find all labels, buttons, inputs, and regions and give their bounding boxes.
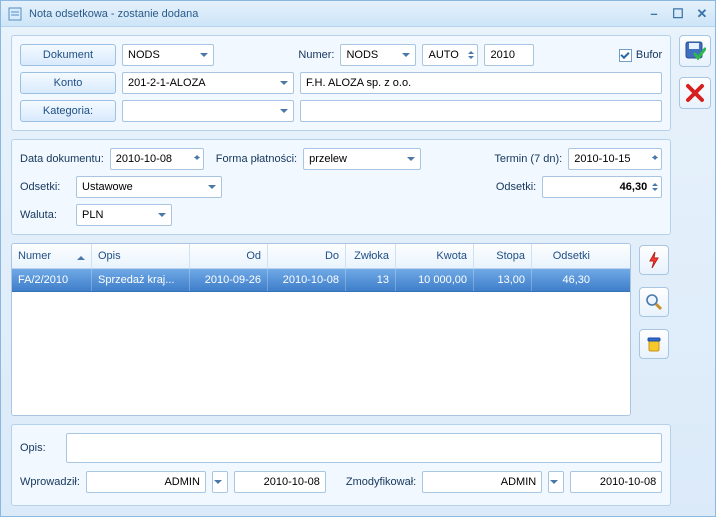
zmodyfikowal-dropdown[interactable] (548, 471, 564, 493)
kategoria-name-input[interactable] (300, 100, 662, 122)
kategoria-button[interactable]: Kategoria: (20, 100, 116, 122)
data-dok-label: Data dokumentu: (20, 153, 104, 165)
maximize-button[interactable]: ☐ (671, 7, 685, 21)
wprowadzil-dropdown[interactable] (212, 471, 228, 493)
col-odsetki[interactable]: Odsetki (532, 244, 596, 268)
termin-label: Termin (7 dn): (494, 153, 562, 165)
kategoria-combo[interactable] (122, 100, 294, 122)
numer-mode-spin[interactable]: AUTO (422, 44, 478, 66)
forma-combo[interactable]: przelew (303, 148, 421, 170)
grid-header: Numer Opis Od Do Zwłoka Kwota Stopa Odse… (12, 244, 630, 269)
trash-icon (646, 335, 662, 353)
app-icon (7, 6, 23, 22)
waluta-label: Waluta: (20, 209, 70, 221)
numer-year-input[interactable]: 2010 (484, 44, 534, 66)
col-stopa[interactable]: Stopa (474, 244, 532, 268)
odsetki-sum-label: Odsetki: (496, 181, 536, 193)
bufor-checkbox[interactable]: Bufor (619, 49, 662, 62)
cancel-button[interactable] (679, 77, 711, 109)
cancel-x-icon (685, 83, 705, 103)
items-grid[interactable]: Numer Opis Od Do Zwłoka Kwota Stopa Odse… (11, 243, 631, 416)
data-dok-input[interactable]: 2010-10-08 (110, 148, 204, 170)
bufor-check-icon (619, 49, 632, 62)
magnifier-icon (645, 293, 663, 311)
diskette-check-icon (684, 40, 706, 62)
numer-series-combo[interactable]: NODS (340, 44, 416, 66)
footer-panel: Opis: Wprowadził: ADMIN 2010-10-08 Zmody… (11, 424, 671, 506)
col-do[interactable]: Do (268, 244, 346, 268)
lightning-button[interactable] (639, 245, 669, 275)
window-title: Nota odsetkowa - zostanie dodana (29, 8, 647, 20)
zmodyfikowal-label: Zmodyfikował: (346, 476, 416, 488)
col-numer[interactable]: Numer (12, 244, 92, 268)
titlebar: Nota odsetkowa - zostanie dodana – ☐ ✕ (1, 1, 715, 27)
termin-input[interactable]: 2010-10-15 (568, 148, 662, 170)
trash-button[interactable] (639, 329, 669, 359)
window: Nota odsetkowa - zostanie dodana – ☐ ✕ D… (0, 0, 716, 517)
konto-name-input[interactable]: F.H. ALOZA sp. z o.o. (300, 72, 662, 94)
lightning-icon (646, 251, 662, 269)
col-od[interactable]: Od (190, 244, 268, 268)
wprowadzil-date: 2010-10-08 (234, 471, 326, 493)
save-button[interactable] (679, 35, 711, 67)
col-kwota[interactable]: Kwota (396, 244, 474, 268)
col-zwloka[interactable]: Zwłoka (346, 244, 396, 268)
dokument-combo[interactable]: NODS (122, 44, 214, 66)
konto-button[interactable]: Konto (20, 72, 116, 94)
waluta-combo[interactable]: PLN (76, 204, 172, 226)
wprowadzil-user: ADMIN (86, 471, 206, 493)
dokument-button[interactable]: Dokument (20, 44, 116, 66)
grid-body: FA/2/2010 Sprzedaż kraj... 2010-09-26 20… (12, 269, 630, 415)
numer-label: Numer: (298, 49, 334, 61)
params-panel: Data dokumentu: 2010-10-08 Forma płatnoś… (11, 139, 671, 235)
header-panel: Dokument NODS Numer: NODS AUTO 2010 Bufo… (11, 35, 671, 131)
minimize-button[interactable]: – (647, 7, 661, 21)
konto-combo[interactable]: 201-2-1-ALOZA (122, 72, 294, 94)
col-opis[interactable]: Opis (92, 244, 190, 268)
table-row[interactable]: FA/2/2010 Sprzedaż kraj... 2010-09-26 20… (12, 269, 630, 292)
wprowadzil-label: Wprowadził: (20, 476, 80, 488)
close-button[interactable]: ✕ (695, 7, 709, 21)
odsetki-type-combo[interactable]: Ustawowe (76, 176, 222, 198)
forma-label: Forma płatności: (216, 153, 297, 165)
odsetki-sum-input[interactable]: 46,30 (542, 176, 662, 198)
opis-label: Opis: (20, 442, 60, 454)
odsetki-type-label: Odsetki: (20, 181, 70, 193)
opis-input[interactable] (66, 433, 662, 463)
zmodyfikowal-user: ADMIN (422, 471, 542, 493)
zmodyfikowal-date: 2010-10-08 (570, 471, 662, 493)
magnifier-button[interactable] (639, 287, 669, 317)
